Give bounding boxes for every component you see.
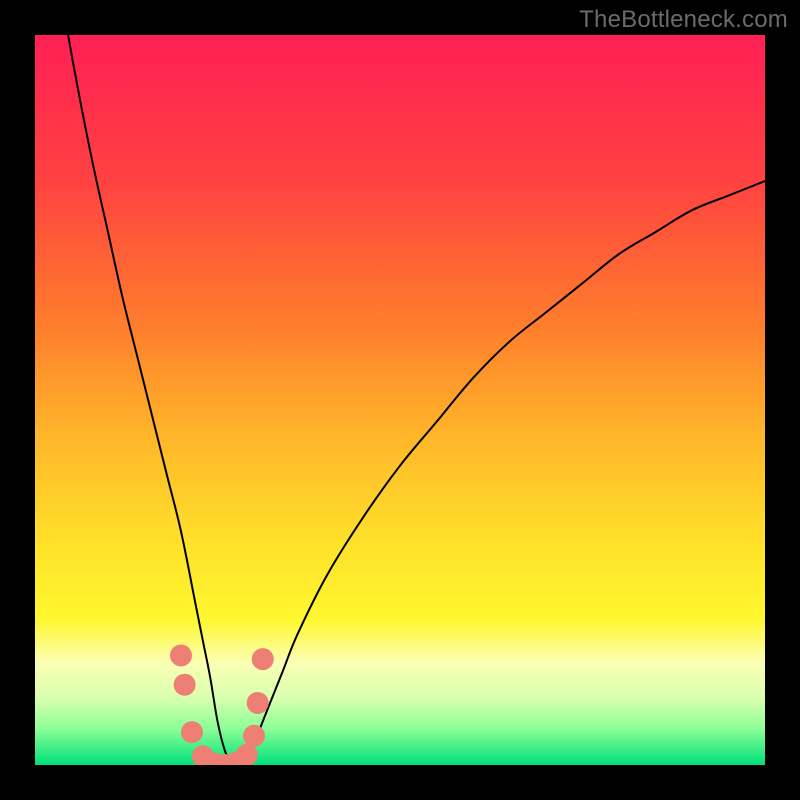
chart-svg [0, 0, 800, 800]
data-point [252, 648, 274, 670]
data-point [236, 744, 258, 766]
data-point [243, 725, 265, 747]
data-point [174, 674, 196, 696]
data-point [181, 721, 203, 743]
plot-background [35, 35, 765, 765]
chart-frame: TheBottleneck.com [0, 0, 800, 800]
data-point [170, 645, 192, 667]
data-point [247, 692, 269, 714]
